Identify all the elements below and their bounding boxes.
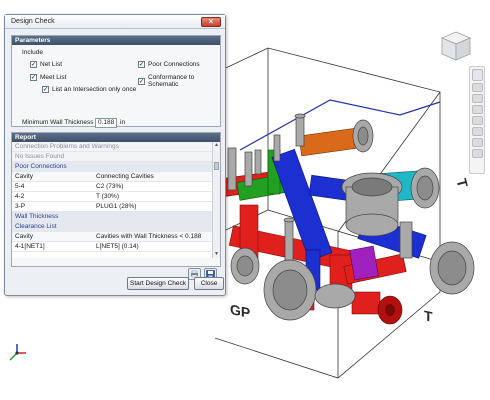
meet-list-label: Meet List xyxy=(40,74,67,81)
report-list[interactable]: Connection Problems and Warnings No Issu… xyxy=(12,142,214,258)
table-row[interactable]: 3-P PLUG1 (28%) xyxy=(12,202,214,212)
table-row[interactable]: 4-1[NET1] L[NET5] (0.14) xyxy=(12,242,214,252)
design-check-dialog: Design Check × Parameters Include ✓ Net … xyxy=(4,14,226,296)
row-cavity: 3-P xyxy=(15,203,26,210)
net-list-option[interactable]: ✓ Net List xyxy=(30,61,62,68)
axis-triad-icon xyxy=(9,344,26,361)
fly-icon[interactable] xyxy=(471,149,483,158)
table-row[interactable]: 5-4 C2 (73%) xyxy=(12,182,214,192)
row-connecting: C2 (73%) xyxy=(96,183,124,190)
look-icon[interactable] xyxy=(471,116,483,125)
clearance-col-cavity: Cavity xyxy=(15,233,34,240)
orbit-icon[interactable] xyxy=(471,105,483,114)
poor-col-cavity: Cavity xyxy=(15,173,34,180)
dialog-close-icon[interactable]: × xyxy=(201,17,221,27)
start-design-check-button[interactable]: Start Design Check xyxy=(127,277,189,290)
clearance-column-header: Cavity Cavities with Wall Thickness < 0.… xyxy=(12,232,214,242)
row-cavity: 5-4 xyxy=(15,183,25,190)
min-wall-thickness-unit: in xyxy=(120,119,126,126)
scroll-up-icon[interactable]: ▲ xyxy=(213,142,220,149)
report-header: Report xyxy=(12,133,220,142)
poor-connections-label: Poor Connections xyxy=(148,61,200,68)
intersection-once-checkbox[interactable]: ✓ xyxy=(42,86,49,93)
row-connecting: PLUG1 (28%) xyxy=(96,203,137,210)
poor-connections-column-header: Cavity Connecting Cavities xyxy=(12,172,214,182)
navigation-bar xyxy=(469,66,485,174)
scroll-down-icon[interactable]: ▼ xyxy=(213,251,220,258)
dialog-titlebar[interactable]: Design Check xyxy=(5,15,225,29)
clearance-col-cavities: Cavities with Wall Thickness < 0.188 xyxy=(96,233,202,240)
dialog-title: Design Check xyxy=(11,18,55,25)
intersection-once-label: List an Intersection only once xyxy=(52,86,137,93)
view-cube-icon[interactable] xyxy=(438,28,474,64)
net-list-checkbox[interactable]: ✓ xyxy=(30,61,37,68)
walk-icon[interactable] xyxy=(471,138,483,147)
poor-connections-checkbox[interactable]: ✓ xyxy=(138,61,145,68)
connection-problems-heading: Connection Problems and Warnings xyxy=(12,142,214,152)
pan-icon[interactable] xyxy=(471,83,483,92)
min-wall-thickness-input[interactable]: 0.188 xyxy=(95,118,117,128)
row-cavity: 4-2 xyxy=(15,193,25,200)
no-issues-text: No Issues Found xyxy=(12,152,214,162)
port-label-t: T xyxy=(424,307,433,325)
report-section: Report Connection Problems and Warnings … xyxy=(11,132,221,267)
meet-list-checkbox[interactable]: ✓ xyxy=(30,74,37,81)
include-label: Include xyxy=(22,49,43,56)
parameters-section: Parameters Include ✓ Net List ✓ Meet Lis… xyxy=(11,35,221,128)
zoom-extents-icon[interactable] xyxy=(471,127,483,136)
intersection-once-option[interactable]: ✓ List an Intersection only once xyxy=(42,86,136,93)
poor-col-connecting: Connecting Cavities xyxy=(96,173,154,180)
conformance-label: Conformance to Schematic xyxy=(148,74,195,88)
report-scrollbar[interactable]: ▲ ▼ xyxy=(212,142,220,258)
zoom-icon[interactable] xyxy=(471,94,483,103)
row-connecting: T (30%) xyxy=(96,193,119,200)
scroll-thumb[interactable] xyxy=(214,162,219,170)
conformance-checkbox[interactable]: ✓ xyxy=(138,77,145,85)
steering-wheel-icon[interactable] xyxy=(471,69,483,81)
parameters-header: Parameters xyxy=(12,36,220,45)
poor-connections-option[interactable]: ✓ Poor Connections xyxy=(138,61,200,68)
close-button[interactable]: Close xyxy=(194,277,224,290)
min-wall-thickness-label: Minimum Wall Thickness xyxy=(22,119,94,126)
wall-thickness-heading[interactable]: Wall Thickness xyxy=(12,212,214,222)
conformance-option[interactable]: ✓ Conformance to Schematic xyxy=(138,74,220,88)
poor-connections-heading[interactable]: Poor Connections xyxy=(12,162,214,172)
clearance-list-heading[interactable]: Clearance List xyxy=(12,222,214,232)
meet-list-option[interactable]: ✓ Meet List xyxy=(30,74,66,81)
row-cavity: 4-1[NET1] xyxy=(15,243,45,250)
table-row[interactable]: 4-2 T (30%) xyxy=(12,192,214,202)
row-cavities: L[NET5] (0.14) xyxy=(96,243,139,250)
net-list-label: Net List xyxy=(40,61,63,68)
